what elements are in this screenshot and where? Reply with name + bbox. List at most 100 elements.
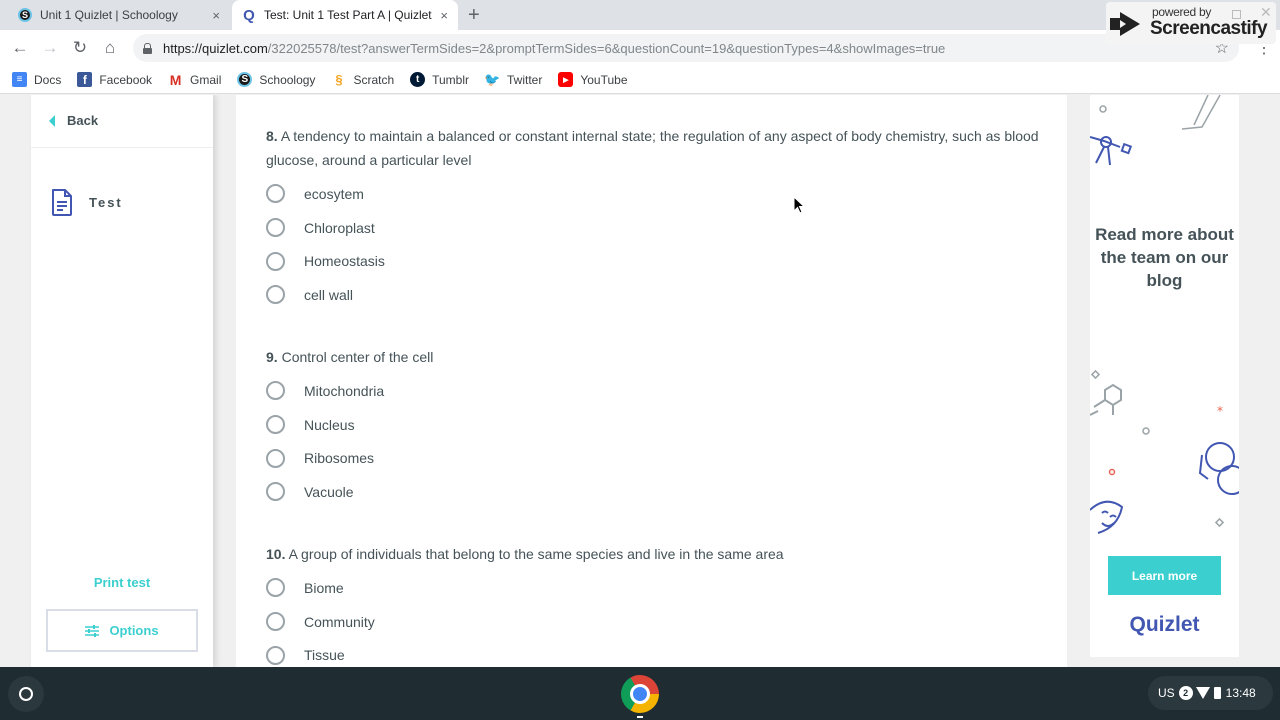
learn-more-button[interactable]: Learn more — [1108, 556, 1221, 595]
answer-option[interactable]: Nucleus — [266, 408, 1046, 442]
mode-label: Test — [89, 195, 123, 210]
divider — [31, 147, 213, 148]
bookmark-facebook[interactable]: f Facebook — [77, 72, 152, 87]
document-icon — [52, 189, 72, 216]
answer-option[interactable]: Community — [266, 605, 1046, 639]
question-number: 8. — [266, 128, 278, 144]
status-tray[interactable]: US 2 13:48 — [1148, 676, 1273, 710]
running-indicator — [637, 716, 643, 718]
question-9: 9. Control center of the cell Mitochondr… — [266, 345, 1046, 509]
tab-title: Test: Unit 1 Test Part A | Quizlet — [264, 8, 432, 22]
os-shelf: US 2 13:48 — [0, 667, 1280, 720]
bookmark-scratch[interactable]: § Scratch — [331, 72, 394, 87]
forward-arrow-icon[interactable]: → — [40, 38, 60, 58]
question-text: Control center of the cell — [281, 349, 434, 365]
close-tab-icon[interactable]: × — [440, 8, 448, 23]
keyboard-layout: US — [1158, 686, 1175, 700]
screencastify-brand: Screencastify — [1150, 18, 1268, 39]
youtube-icon: ▶ — [558, 72, 574, 87]
address-bar[interactable]: https://quizlet.com/322025578/test?answe… — [133, 34, 1239, 62]
radio-button[interactable] — [266, 415, 285, 435]
radio-button[interactable] — [266, 612, 285, 632]
option-label: Homeostasis — [304, 253, 385, 270]
scratch-icon: § — [335, 72, 343, 87]
bookmark-gmail[interactable]: M Gmail — [168, 72, 222, 88]
answer-option[interactable]: Biome — [266, 571, 1046, 605]
ad-headline: Read more about the team on our blog — [1095, 225, 1234, 290]
bookmark-label: YouTube — [580, 72, 628, 87]
question-prompt: 8. A tendency to maintain a balanced or … — [266, 124, 1046, 172]
question-number: 9. — [266, 349, 278, 365]
question-10: 10. A group of individuals that belong t… — [266, 542, 1046, 667]
radio-button[interactable] — [266, 645, 285, 665]
radio-button[interactable] — [266, 251, 285, 271]
option-label: Biome — [304, 579, 344, 596]
print-test-link[interactable]: Print test — [31, 575, 213, 590]
close-tab-icon[interactable]: × — [212, 8, 220, 23]
bookmark-tumblr[interactable]: t Tumblr — [410, 72, 469, 87]
bookmark-label: Schoology — [259, 72, 316, 87]
screencastify-watermark: powered by Screencastify ✕ — [1106, 2, 1276, 44]
option-label: Nucleus — [304, 416, 355, 433]
bookmarks-bar: ≡ Docs f Facebook M Gmail S Schoology § Scrat… — [0, 66, 1280, 94]
svg-text:*: * — [1217, 404, 1223, 418]
radio-button[interactable] — [266, 482, 285, 502]
answer-option[interactable]: Mitochondria — [266, 374, 1046, 408]
answer-option[interactable]: ecosytem — [266, 177, 1046, 211]
radio-button[interactable] — [266, 381, 285, 401]
url-path: /322025578/test?answerTermSides=2&prompt… — [267, 40, 946, 56]
back-label: Back — [67, 113, 99, 128]
tumblr-icon: t — [410, 72, 426, 87]
answer-option[interactable]: Ribosomes — [266, 441, 1046, 475]
minimize-icon[interactable] — [1232, 10, 1241, 19]
radio-button[interactable] — [266, 578, 285, 598]
docs-icon: ≡ — [12, 72, 27, 87]
answer-option[interactable]: Chloroplast — [266, 211, 1046, 245]
page-content: Back Test Print test Options 8. A tenden… — [0, 95, 1280, 667]
radio-button[interactable] — [266, 285, 285, 305]
answer-option[interactable]: cell wall — [266, 278, 1046, 312]
options-button[interactable]: Options — [46, 609, 198, 652]
bookmark-label: Docs — [34, 72, 62, 87]
bookmark-schoology[interactable]: S Schoology — [237, 72, 315, 87]
close-icon[interactable]: ✕ — [1260, 4, 1272, 21]
option-label: cell wall — [304, 286, 354, 303]
back-arrow-icon[interactable]: ← — [10, 38, 30, 58]
radio-button[interactable] — [266, 218, 285, 238]
tab-strip: S Unit 1 Quizlet | Schoology × Q Test: U… — [0, 0, 1280, 30]
mouse-cursor-icon — [793, 196, 805, 214]
chrome-icon[interactable] — [621, 675, 659, 713]
bookmark-label: Gmail — [190, 72, 222, 87]
new-tab-button[interactable]: + — [468, 4, 480, 27]
answer-option[interactable]: Vacuole — [266, 475, 1046, 509]
clock-time: 13:48 — [1225, 686, 1256, 700]
option-label: Ribosomes — [304, 450, 375, 467]
question-prompt: 9. Control center of the cell — [266, 345, 1046, 369]
question-8: 8. A tendency to maintain a balanced or … — [266, 124, 1046, 312]
home-icon[interactable]: ⌂ — [100, 38, 120, 58]
screencastify-logo-icon — [1110, 12, 1140, 36]
bookmark-docs[interactable]: ≡ Docs — [12, 72, 61, 87]
tab-quizlet[interactable]: Q Test: Unit 1 Test Part A | Quizlet × — [232, 0, 458, 30]
reload-icon[interactable]: ↻ — [70, 38, 90, 58]
url-text[interactable]: https://quizlet.com/322025578/test?answe… — [163, 41, 945, 56]
bookmark-twitter[interactable]: 🐦 Twitter — [484, 72, 542, 87]
mode-test[interactable]: Test — [51, 189, 123, 216]
radio-button[interactable] — [266, 184, 285, 204]
bookmark-label: Tumblr — [432, 72, 470, 87]
url-domain: https://quizlet.com — [163, 40, 268, 56]
launcher-button[interactable] — [8, 676, 44, 712]
caret-left-icon — [49, 114, 55, 127]
advertisement: * Read more about the team on our blog L… — [1090, 95, 1239, 657]
question-number: 10. — [266, 546, 286, 562]
facebook-icon: f — [77, 72, 93, 87]
battery-icon — [1213, 687, 1221, 699]
radio-button[interactable] — [266, 448, 285, 468]
notification-badge: 2 — [1178, 686, 1193, 700]
tab-schoology[interactable]: S Unit 1 Quizlet | Schoology × — [8, 0, 230, 30]
bookmark-youtube[interactable]: ▶ YouTube — [558, 72, 628, 87]
quizlet-logo[interactable]: Quizlet — [1090, 613, 1239, 637]
back-link[interactable]: Back — [49, 113, 98, 128]
answer-option[interactable]: Homeostasis — [266, 244, 1046, 278]
answer-option[interactable]: Tissue — [266, 638, 1046, 667]
